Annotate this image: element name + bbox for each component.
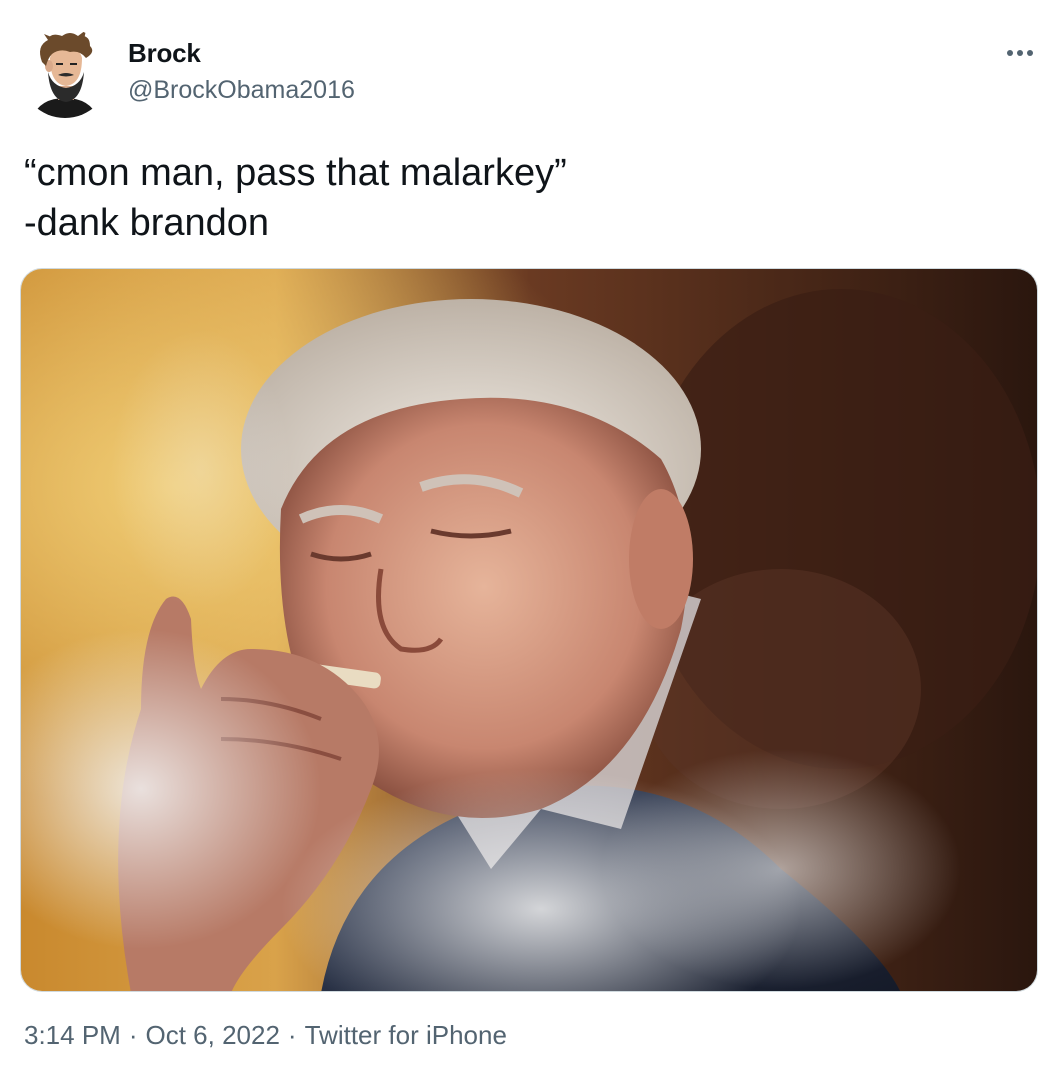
avatar[interactable] — [20, 28, 110, 118]
tweet-photo[interactable] — [20, 268, 1038, 992]
tweet-text: “cmon man, pass that malarkey” -dank bra… — [24, 148, 1024, 248]
photo-icon — [21, 269, 1037, 991]
tweet-date[interactable]: Oct 6, 2022 — [146, 1020, 280, 1050]
meta-separator: · — [128, 1020, 138, 1050]
tweet-time[interactable]: 3:14 PM — [24, 1020, 121, 1050]
tweet-card: Brock @BrockObama2016 “cmon man, pass th… — [0, 0, 1060, 1078]
meta-separator: · — [287, 1020, 297, 1050]
user-display-name[interactable]: Brock — [128, 38, 201, 69]
user-handle[interactable]: @BrockObama2016 — [128, 76, 355, 105]
bearded-man-avatar-icon — [20, 28, 110, 118]
tweet-text-line-2: -dank brandon — [24, 202, 270, 244]
tweet-meta: 3:14 PM · Oct 6, 2022 · Twitter for iPhone — [24, 1020, 507, 1051]
more-options-button[interactable] — [1000, 38, 1040, 68]
tweet-source[interactable]: Twitter for iPhone — [305, 1020, 507, 1050]
tweet-text-line-1: “cmon man, pass that malarkey” — [24, 152, 567, 194]
more-dots-icon — [1007, 50, 1033, 56]
